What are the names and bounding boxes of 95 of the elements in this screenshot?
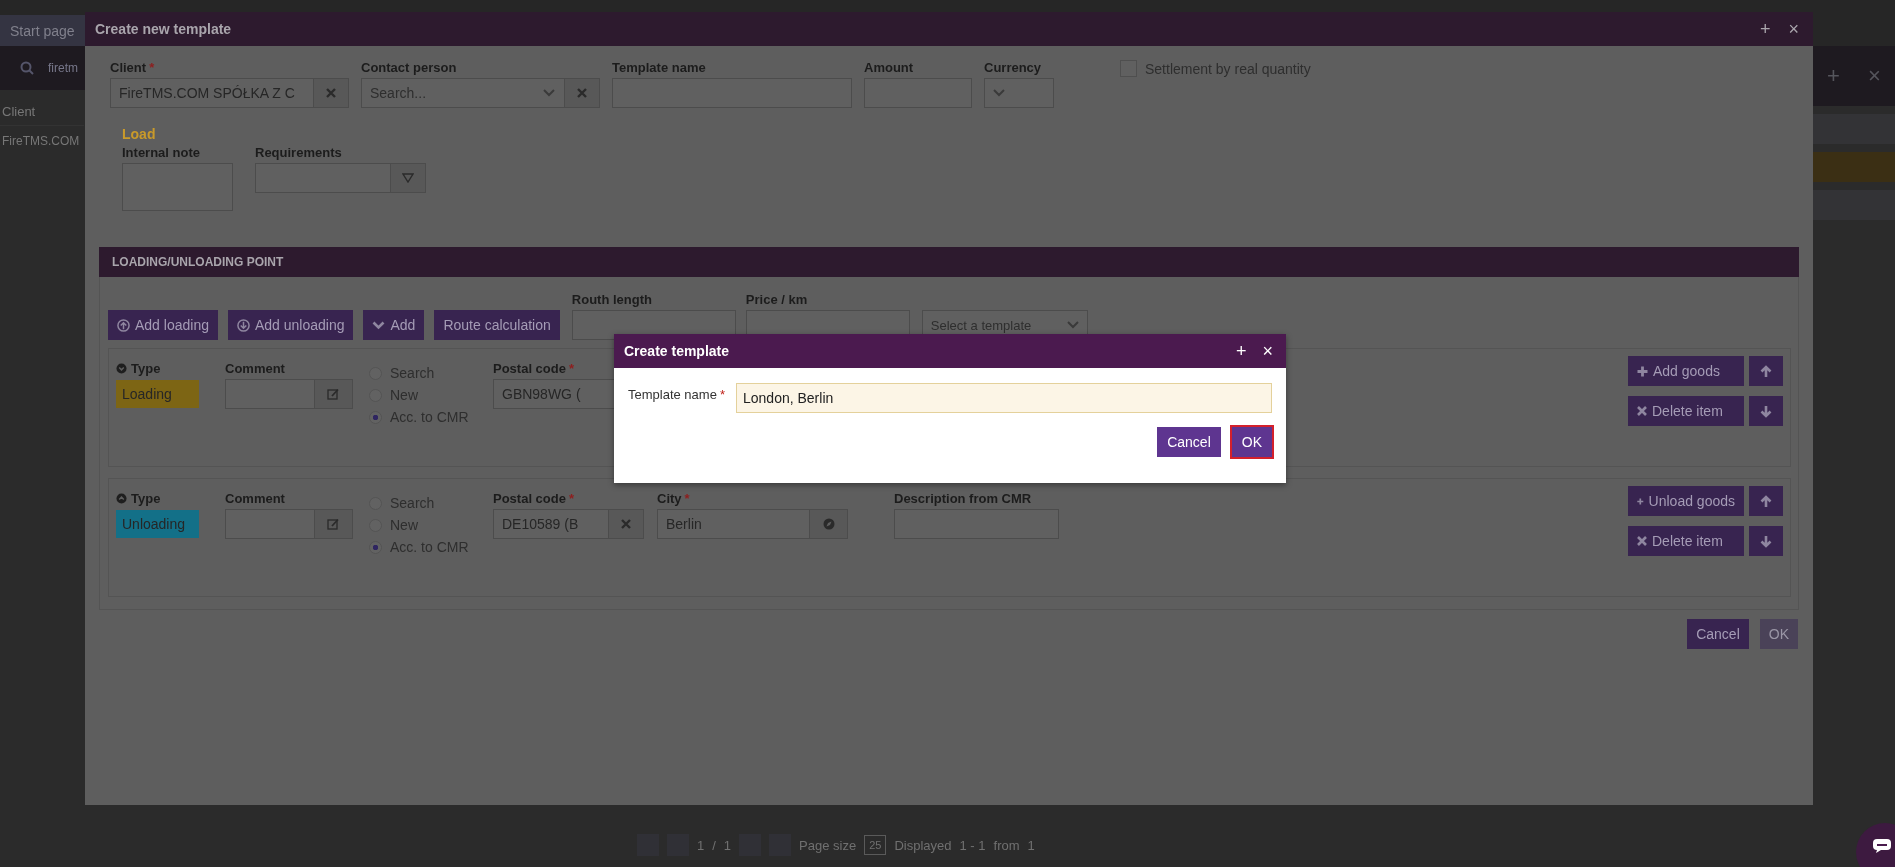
clear-button[interactable] [314, 78, 349, 108]
type-badge: Unloading [116, 510, 199, 538]
field-label: Internal note [122, 145, 201, 160]
field-label: Comment [225, 361, 286, 376]
close-icon [1637, 406, 1647, 416]
close-icon [577, 88, 587, 98]
window-title: Create new template [95, 21, 232, 37]
field-label: Comment [225, 491, 286, 506]
arrow-down-icon [1760, 404, 1772, 418]
field-label: Type [131, 361, 161, 376]
ok-button[interactable]: OK [1231, 427, 1272, 457]
currency-dropdown[interactable] [984, 78, 1054, 108]
field-label: Template name [612, 60, 707, 75]
column-header: Client [1, 103, 37, 121]
field-label: Currency [984, 60, 1043, 75]
chevron-down-icon [372, 320, 386, 330]
field-label: Type [131, 491, 161, 506]
move-down-button[interactable] [1749, 396, 1783, 426]
search-icon [20, 61, 34, 75]
unload-goods-button[interactable]: Unload goods [1628, 486, 1744, 516]
field-label: Description from CMR [894, 491, 1033, 506]
field-label: Contact person [361, 60, 458, 75]
filter-button[interactable] [391, 163, 426, 193]
chevron-down-icon [993, 89, 1005, 97]
required-mark: * [149, 60, 155, 75]
window-control-button[interactable]: + [1755, 18, 1775, 40]
edit-icon [327, 518, 340, 530]
cancel-button[interactable]: Cancel [1687, 619, 1749, 649]
delete-item-button[interactable]: Delete item [1628, 526, 1744, 556]
total-count: 1 [1027, 837, 1035, 853]
chat-icon [1872, 838, 1892, 854]
section-heading: Load [122, 126, 157, 142]
field-label: Postal code [493, 361, 566, 376]
window-control-button[interactable]: × [1784, 18, 1803, 40]
type-badge: Loading [116, 380, 199, 408]
circle-arrow-up-icon [117, 318, 130, 332]
page-count: 1 [723, 837, 732, 853]
compass-button[interactable] [810, 509, 848, 539]
field-label: Requirements [255, 145, 343, 160]
edit-button[interactable] [315, 509, 353, 539]
displayed-label: Displayed [894, 837, 952, 853]
arrow-up-icon [1760, 364, 1772, 378]
required-mark: * [719, 387, 725, 402]
circle-chevron-up-icon[interactable] [116, 493, 127, 504]
table-cell: FireTMS.COM [0, 125, 84, 156]
route-calculation-button[interactable]: Route calculation [434, 310, 560, 340]
page-separator: / [712, 837, 716, 853]
field-label: Routh length [571, 292, 653, 307]
circle-chevron-down-icon[interactable] [116, 363, 127, 374]
required-mark: * [684, 491, 690, 506]
filter-icon [402, 173, 414, 183]
displayed-range: 1 - 1 [959, 837, 986, 853]
search-text: firetm [48, 61, 78, 75]
plus-icon [1637, 365, 1648, 377]
template-name-field[interactable]: London, Berlin [736, 383, 1272, 413]
page-number: 1 [697, 837, 705, 853]
compass-icon [822, 518, 835, 530]
clear-button[interactable] [565, 78, 600, 108]
move-up-button[interactable] [1749, 486, 1783, 516]
chevron-down-icon [543, 89, 555, 97]
add-goods-button[interactable]: Add goods [1628, 356, 1744, 386]
field-label: Amount [864, 60, 915, 75]
add-loading-button[interactable]: Add loading [108, 310, 218, 340]
arrow-up-icon [1760, 494, 1772, 508]
tab[interactable]: Start page [0, 15, 85, 46]
field-label: Client [110, 60, 147, 75]
move-up-button[interactable] [1749, 356, 1783, 386]
field-label: Postal code [493, 491, 566, 506]
window-control-button[interactable]: + [1232, 340, 1250, 362]
field-label: City [657, 491, 682, 506]
close-icon [621, 519, 631, 529]
add-unloading-button[interactable]: Add unloading [227, 310, 354, 340]
circle-arrow-down-icon [236, 318, 250, 332]
page-size-label: Page size [799, 837, 857, 853]
required-mark: * [568, 361, 575, 376]
move-down-button[interactable] [1749, 526, 1783, 556]
from-label: from [993, 837, 1020, 853]
cancel-button[interactable]: Cancel [1157, 427, 1221, 457]
close-icon [1637, 536, 1647, 546]
close-icon [326, 88, 336, 98]
chevron-down-icon [1066, 321, 1079, 329]
radio-button[interactable] [369, 540, 382, 554]
arrow-down-icon [1760, 534, 1772, 548]
page-size-field[interactable]: 25 [864, 835, 887, 855]
add-button[interactable]: Add [363, 310, 425, 340]
field-label: Price / km [745, 292, 809, 307]
section-title: LOADING/UNLOADING POINT [112, 255, 284, 269]
edit-icon [327, 388, 340, 400]
dialog-title: Create template [624, 343, 730, 359]
window-control-button[interactable]: × [1259, 340, 1276, 362]
delete-item-button[interactable]: Delete item [1628, 396, 1744, 426]
clear-button[interactable] [609, 509, 644, 539]
edit-button[interactable] [315, 379, 353, 409]
required-mark: * [568, 491, 575, 506]
radio-button[interactable] [369, 410, 382, 424]
